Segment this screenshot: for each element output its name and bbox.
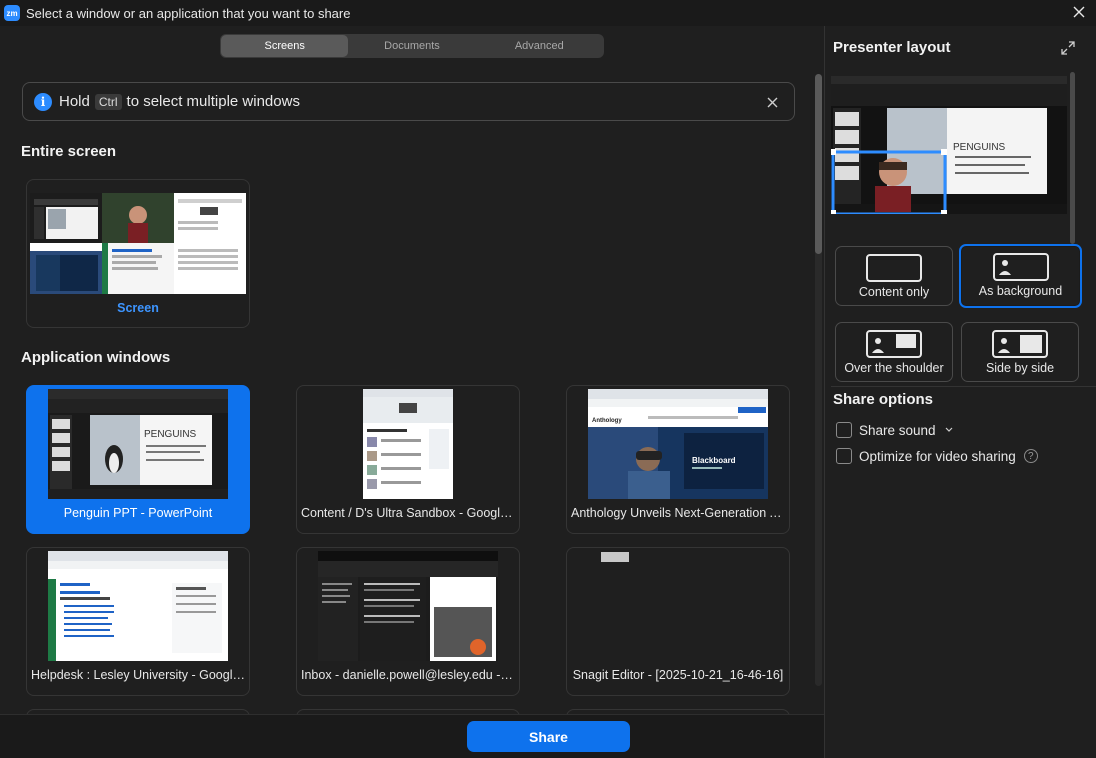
- svg-text:Anthology: Anthology: [592, 418, 622, 424]
- optimize-video-option[interactable]: Optimize for video sharing ?: [836, 448, 1038, 464]
- close-window-button[interactable]: [1070, 3, 1088, 21]
- over-the-shoulder-icon: [866, 330, 922, 358]
- tab-documents[interactable]: Documents: [348, 35, 475, 57]
- window-label: Penguin PPT - PowerPoint: [63, 506, 213, 520]
- expand-preview-button[interactable]: [1060, 40, 1076, 56]
- multi-select-hint-banner: i Hold Ctrl to select multiple windows: [22, 82, 795, 121]
- chevron-down-icon[interactable]: [945, 427, 953, 433]
- window-label: Inbox - danielle.powell@lesley.edu - O..…: [301, 668, 515, 682]
- footer: Share: [0, 714, 824, 758]
- share-button[interactable]: Share: [467, 721, 630, 752]
- scrollbar-thumb[interactable]: [1070, 72, 1075, 244]
- tab-screens[interactable]: Screens: [221, 35, 349, 57]
- share-source-pane: Screens Documents Advanced i Hold Ctrl t…: [0, 26, 824, 714]
- close-icon: [1073, 6, 1085, 18]
- share-sound-label: Share sound: [859, 422, 936, 438]
- application-windows-heading: Application windows: [21, 349, 171, 366]
- share-sound-checkbox[interactable]: [836, 422, 852, 438]
- layout-side-by-side[interactable]: Side by side: [961, 322, 1079, 382]
- window-card-anthology[interactable]: Anthology Blackboard Anthology Unveils N…: [566, 385, 790, 534]
- ctrl-key-badge: Ctrl: [94, 93, 122, 110]
- window-card-powerpoint[interactable]: PENGUINS Penguin PPT - PowerPoint: [26, 385, 250, 534]
- presenter-pane-scrollbar[interactable]: [1070, 72, 1077, 252]
- powerpoint-thumbnail: PENGUINS: [48, 389, 228, 499]
- anthology-thumbnail: Anthology Blackboard: [588, 389, 768, 499]
- window-card-outlook-inbox[interactable]: Inbox - danielle.powell@lesley.edu - O..…: [296, 547, 520, 696]
- entire-screen-heading: Entire screen: [21, 143, 117, 160]
- window-title: Select a window or an application that y…: [26, 5, 351, 21]
- window-card-chrome-content[interactable]: Content / D's Ultra Sandbox - Google C..…: [296, 385, 520, 534]
- screen-thumbnail: [30, 193, 246, 294]
- scrollbar-thumb[interactable]: [815, 74, 822, 254]
- as-background-icon: [992, 253, 1049, 281]
- layout-over-the-shoulder[interactable]: Over the shoulder: [835, 322, 953, 382]
- optimize-video-checkbox[interactable]: [836, 448, 852, 464]
- helpdesk-thumbnail: [48, 551, 228, 661]
- tab-advanced[interactable]: Advanced: [476, 35, 603, 57]
- hint-suffix: to select multiple windows: [126, 93, 300, 110]
- window-card-snagit[interactable]: Snagit Editor - [2025-10-21_16-46-16]: [566, 547, 790, 696]
- helpdesk-window-image: [48, 551, 228, 661]
- layout-label: Over the shoulder: [844, 361, 944, 375]
- content-only-icon: [866, 254, 922, 282]
- powerpoint-window-image: PENGUINS: [48, 389, 228, 499]
- info-icon: i: [34, 92, 52, 111]
- title-bar: zm Select a window or an application tha…: [0, 0, 1096, 26]
- chrome-content-thumbnail: [363, 389, 453, 499]
- presenter-options-pane: Presenter layout PENGUINS Content only A…: [824, 26, 1096, 758]
- window-label: Snagit Editor - [2025-10-21_16-46-16]: [572, 668, 784, 682]
- presenter-layout-heading: Presenter layout: [833, 39, 951, 56]
- optimize-video-label: Optimize for video sharing: [859, 448, 1016, 464]
- divider: [831, 386, 1096, 387]
- desktop-mosaic-image: [30, 193, 246, 294]
- window-label: Helpdesk : Lesley University - Google C.…: [31, 668, 245, 682]
- svg-text:Blackboard: Blackboard: [692, 456, 736, 465]
- anthology-window-image: Anthology Blackboard: [588, 389, 768, 499]
- layout-preview-image: PENGUINS: [831, 76, 1067, 214]
- snagit-thumbnail: [601, 552, 629, 562]
- layout-label: Side by side: [985, 361, 1055, 375]
- screen-label: Screen: [117, 301, 159, 315]
- svg-text:PENGUINS: PENGUINS: [144, 429, 197, 440]
- close-icon: [767, 97, 777, 107]
- side-by-side-icon: [992, 330, 1048, 358]
- source-tabs: Screens Documents Advanced: [220, 34, 604, 58]
- zoom-logo-icon: zm: [4, 5, 20, 21]
- share-sound-option[interactable]: Share sound: [836, 422, 953, 438]
- screen-card[interactable]: Screen: [26, 179, 250, 328]
- window-list-scrollbar[interactable]: [815, 74, 822, 686]
- svg-text:PENGUINS: PENGUINS: [953, 142, 1006, 153]
- chrome-content-window-image: [363, 389, 453, 499]
- dismiss-banner-button[interactable]: [764, 94, 780, 110]
- layout-label: Content only: [858, 285, 930, 299]
- layout-content-only[interactable]: Content only: [835, 246, 953, 306]
- outlook-window-image: [318, 551, 498, 661]
- layout-label: As background: [978, 284, 1063, 298]
- presenter-layout-preview: PENGUINS: [831, 76, 1067, 214]
- outlook-thumbnail: [318, 551, 498, 661]
- window-card-helpdesk[interactable]: Helpdesk : Lesley University - Google C.…: [26, 547, 250, 696]
- expand-icon: [1061, 41, 1075, 55]
- help-icon[interactable]: ?: [1023, 449, 1038, 463]
- share-options-heading: Share options: [833, 391, 934, 408]
- window-label: Anthology Unveils Next-Generation AI ...: [571, 506, 785, 520]
- layout-as-background[interactable]: As background: [959, 244, 1082, 308]
- window-label: Content / D's Ultra Sandbox - Google C..…: [301, 506, 515, 520]
- hint-prefix: Hold: [59, 93, 90, 110]
